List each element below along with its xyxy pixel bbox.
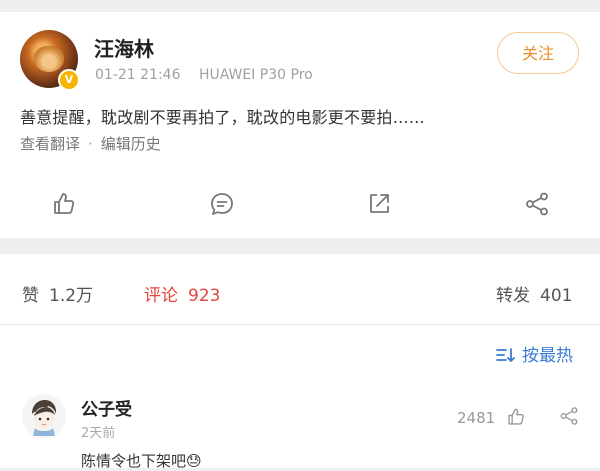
sweat-emoji-icon: 😓 bbox=[186, 452, 202, 470]
comments-count: 923 bbox=[188, 286, 221, 306]
comment-text-body: 陈情令也下架吧 bbox=[81, 452, 187, 470]
comment-like-icon bbox=[508, 408, 524, 425]
likes-stat[interactable]: 赞 1.2万 bbox=[22, 281, 93, 306]
post-meta: 01-21 21:46 HUAWEI P30 Pro bbox=[95, 67, 327, 83]
comments-stat[interactable]: 评论 923 bbox=[144, 281, 220, 306]
likes-count: 1.2万 bbox=[49, 286, 94, 306]
sort-icon bbox=[496, 348, 515, 362]
reposts-count: 401 bbox=[540, 286, 573, 306]
author-name[interactable]: 汪海林 bbox=[94, 33, 154, 62]
comment-time: 2天前 bbox=[81, 426, 116, 441]
post-time: 01-21 21:46 bbox=[95, 67, 181, 83]
commenter-name[interactable]: 公子受 bbox=[81, 395, 132, 420]
reposts-label: 转发 bbox=[496, 286, 530, 306]
comments-label: 评论 bbox=[144, 286, 178, 306]
follow-button[interactable]: 关注 bbox=[497, 32, 579, 74]
translate-link[interactable]: 查看翻译 bbox=[20, 135, 80, 153]
repost-icon[interactable] bbox=[366, 191, 392, 217]
post-content: 善意提醒，耽改剧不要再拍了，耽改的电影更不要拍…… bbox=[20, 108, 426, 127]
post-device: HUAWEI P30 Pro bbox=[198, 67, 313, 83]
stats-divider bbox=[0, 324, 600, 325]
share-icon[interactable] bbox=[524, 191, 550, 217]
likes-label: 赞 bbox=[22, 286, 39, 306]
comment-like-button[interactable]: 2481 bbox=[457, 407, 526, 427]
reposts-stat[interactable]: 转发 401 bbox=[496, 281, 572, 306]
verified-badge-icon: V bbox=[58, 69, 80, 91]
sort-label: 按最热 bbox=[522, 346, 573, 366]
comment-like-count: 2481 bbox=[457, 409, 496, 427]
commenter-avatar[interactable] bbox=[22, 394, 66, 438]
separator-dot: · bbox=[88, 135, 93, 153]
comment-share-icon[interactable] bbox=[559, 406, 579, 426]
comment-icon[interactable] bbox=[209, 191, 235, 217]
like-icon[interactable] bbox=[51, 191, 77, 217]
sort-button[interactable]: 按最热 bbox=[496, 341, 573, 366]
post-sub-links: 查看翻译 · 编辑历史 bbox=[20, 133, 161, 154]
avatar-face bbox=[34, 46, 64, 72]
cartoon-avatar-icon bbox=[32, 400, 57, 436]
edit-history-link[interactable]: 编辑历史 bbox=[101, 135, 161, 153]
